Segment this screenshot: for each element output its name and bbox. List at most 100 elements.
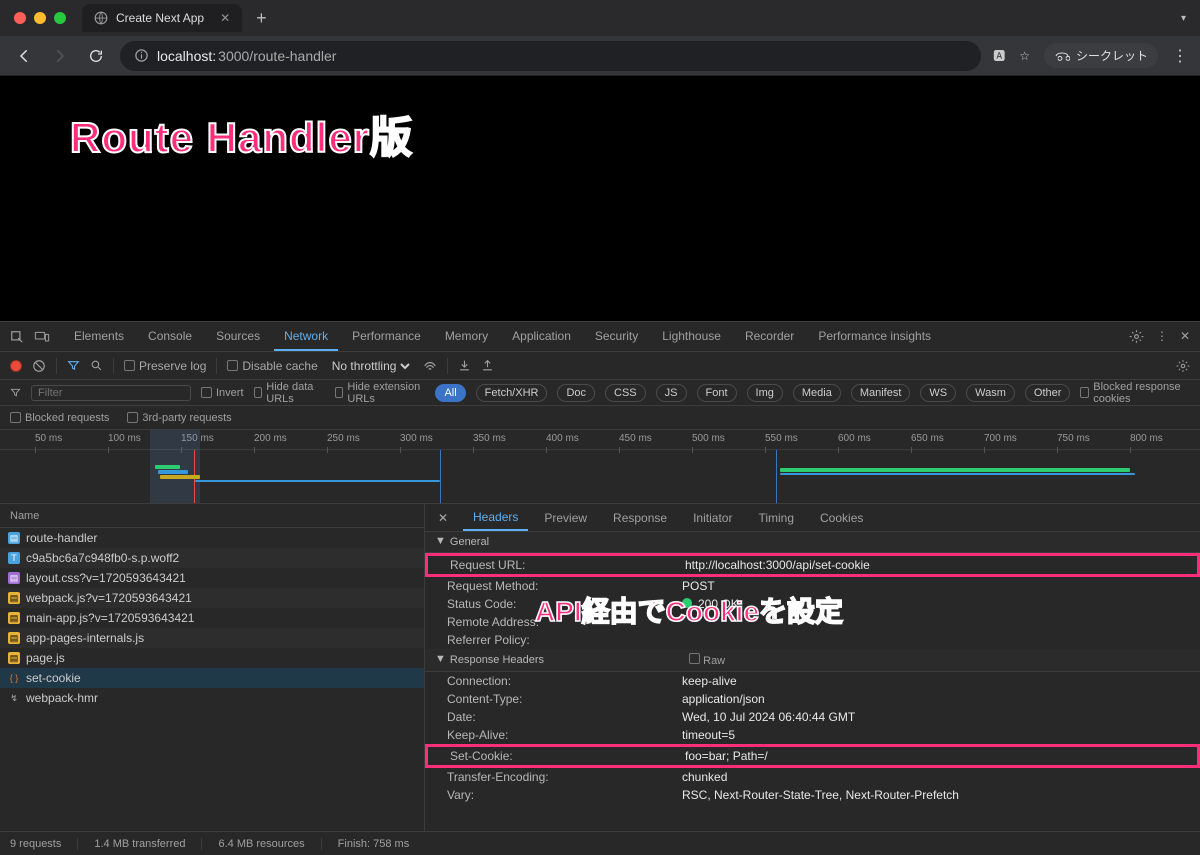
type-wasm[interactable]: Wasm — [966, 384, 1015, 402]
timeline-tick: 50 ms — [35, 433, 62, 444]
header-row: Content-Type:application/json — [425, 690, 1200, 708]
url-input[interactable]: localhost:3000/route-handler — [120, 41, 981, 71]
details-tab-response[interactable]: Response — [603, 506, 677, 530]
raw-checkbox[interactable]: Raw — [689, 653, 725, 667]
type-all[interactable]: All — [435, 384, 465, 402]
hide-data-urls-checkbox[interactable]: Hide data URLs — [254, 381, 325, 405]
header-value: RSC, Next-Router-State-Tree, Next-Router… — [682, 788, 959, 802]
tab-network[interactable]: Network — [274, 323, 338, 351]
maximize-window[interactable] — [54, 12, 66, 24]
header-key: Set-Cookie: — [450, 749, 685, 763]
details-tab-timing[interactable]: Timing — [748, 506, 804, 530]
search-icon[interactable] — [90, 359, 103, 372]
section-response-headers[interactable]: ▼Response Headers Raw — [425, 649, 1200, 672]
type-js[interactable]: JS — [656, 384, 687, 402]
request-row[interactable]: ▤app-pages-internals.js — [0, 628, 424, 648]
request-name: c9a5bc6a7c948fb0-s.p.woff2 — [26, 551, 179, 565]
request-name: webpack.js?v=1720593643421 — [26, 591, 192, 605]
request-row[interactable]: ▤webpack.js?v=1720593643421 — [0, 588, 424, 608]
request-row[interactable]: { }set-cookie — [0, 668, 424, 688]
blocked-requests-checkbox[interactable]: Blocked requests — [10, 412, 109, 424]
inspect-icon[interactable] — [10, 330, 24, 344]
type-css[interactable]: CSS — [605, 384, 646, 402]
timeline-marker-2 — [776, 450, 777, 503]
details-tab-cookies[interactable]: Cookies — [810, 506, 873, 530]
network-timeline[interactable]: 50 ms100 ms150 ms200 ms250 ms300 ms350 m… — [0, 430, 1200, 504]
request-row[interactable]: Tc9a5bc6a7c948fb0-s.p.woff2 — [0, 548, 424, 568]
type-img[interactable]: Img — [747, 384, 783, 402]
hide-extension-urls-checkbox[interactable]: Hide extension URLs — [335, 381, 426, 405]
tab-overflow-icon[interactable]: ▾ — [1181, 13, 1186, 24]
site-info-icon[interactable] — [134, 48, 149, 63]
blocked-response-cookies-checkbox[interactable]: Blocked response cookies — [1080, 381, 1190, 405]
request-row[interactable]: ▤layout.css?v=1720593643421 — [0, 568, 424, 588]
tab-close-icon[interactable]: ✕ — [220, 11, 230, 25]
record-button[interactable] — [10, 360, 22, 372]
timeline-tick: 550 ms — [765, 433, 798, 444]
third-party-checkbox[interactable]: 3rd-party requests — [127, 412, 231, 424]
request-list-header[interactable]: Name — [0, 504, 424, 528]
devtools-settings-icon[interactable] — [1129, 329, 1144, 344]
incognito-badge[interactable]: シークレット — [1044, 43, 1158, 68]
devtools-more-icon[interactable]: ⋮ — [1156, 329, 1168, 344]
traffic-lights — [14, 12, 66, 24]
timeline-tick: 200 ms — [254, 433, 287, 444]
invert-checkbox[interactable]: Invert — [201, 387, 244, 399]
bookmark-star-icon[interactable]: ☆ — [1019, 49, 1030, 63]
header-value: timeout=5 — [682, 728, 735, 742]
type-ws[interactable]: WS — [920, 384, 956, 402]
filter-toggle-icon[interactable] — [67, 359, 80, 372]
forward-button[interactable] — [48, 44, 72, 68]
header-value: application/json — [682, 692, 765, 706]
details-tab-initiator[interactable]: Initiator — [683, 506, 742, 530]
header-key: Connection: — [447, 674, 682, 688]
type-fetch[interactable]: Fetch/XHR — [476, 384, 548, 402]
tab-security[interactable]: Security — [585, 323, 648, 351]
request-row[interactable]: ▤page.js — [0, 648, 424, 668]
minimize-window[interactable] — [34, 12, 46, 24]
tab-console[interactable]: Console — [138, 323, 202, 351]
request-row[interactable]: ▤main-app.js?v=1720593643421 — [0, 608, 424, 628]
request-name: route-handler — [26, 531, 97, 545]
translate-icon[interactable]: 🅰 — [993, 47, 1005, 64]
request-row[interactable]: ↯webpack-hmr — [0, 688, 424, 708]
tab-perf-insights[interactable]: Performance insights — [808, 323, 941, 351]
reload-button[interactable] — [84, 44, 108, 68]
import-har-icon[interactable] — [458, 359, 471, 372]
network-conditions-icon[interactable] — [423, 360, 437, 372]
filter-input[interactable] — [31, 385, 191, 401]
devtools-close-icon[interactable]: ✕ — [1180, 329, 1190, 344]
timeline-tick: 650 ms — [911, 433, 944, 444]
tab-performance[interactable]: Performance — [342, 323, 431, 351]
type-media[interactable]: Media — [793, 384, 841, 402]
section-general[interactable]: ▼General — [425, 532, 1200, 553]
throttling-select[interactable]: No throttling — [328, 358, 413, 374]
device-toggle-icon[interactable] — [34, 330, 50, 344]
js-file-icon: ▤ — [8, 652, 20, 664]
clear-button[interactable] — [32, 359, 46, 373]
type-font[interactable]: Font — [697, 384, 737, 402]
close-window[interactable] — [14, 12, 26, 24]
chrome-menu-icon[interactable]: ⋮ — [1172, 46, 1188, 66]
export-har-icon[interactable] — [481, 359, 494, 372]
tab-lighthouse[interactable]: Lighthouse — [652, 323, 731, 351]
preserve-log-checkbox[interactable]: Preserve log — [124, 359, 206, 373]
type-doc[interactable]: Doc — [557, 384, 595, 402]
back-button[interactable] — [12, 44, 36, 68]
type-manifest[interactable]: Manifest — [851, 384, 911, 402]
tab-elements[interactable]: Elements — [64, 323, 134, 351]
network-settings-icon[interactable] — [1176, 359, 1190, 373]
details-close-icon[interactable]: ✕ — [433, 511, 453, 525]
browser-tab[interactable]: Create Next App ✕ — [82, 4, 242, 32]
tab-sources[interactable]: Sources — [206, 323, 270, 351]
request-row[interactable]: ▤route-handler — [0, 528, 424, 548]
tab-application[interactable]: Application — [502, 323, 581, 351]
request-name: app-pages-internals.js — [26, 631, 144, 645]
details-tab-headers[interactable]: Headers — [463, 505, 528, 531]
type-other[interactable]: Other — [1025, 384, 1071, 402]
tab-recorder[interactable]: Recorder — [735, 323, 804, 351]
details-tab-preview[interactable]: Preview — [534, 506, 597, 530]
disable-cache-checkbox[interactable]: Disable cache — [227, 359, 317, 373]
new-tab-button[interactable]: + — [256, 8, 267, 29]
tab-memory[interactable]: Memory — [435, 323, 498, 351]
